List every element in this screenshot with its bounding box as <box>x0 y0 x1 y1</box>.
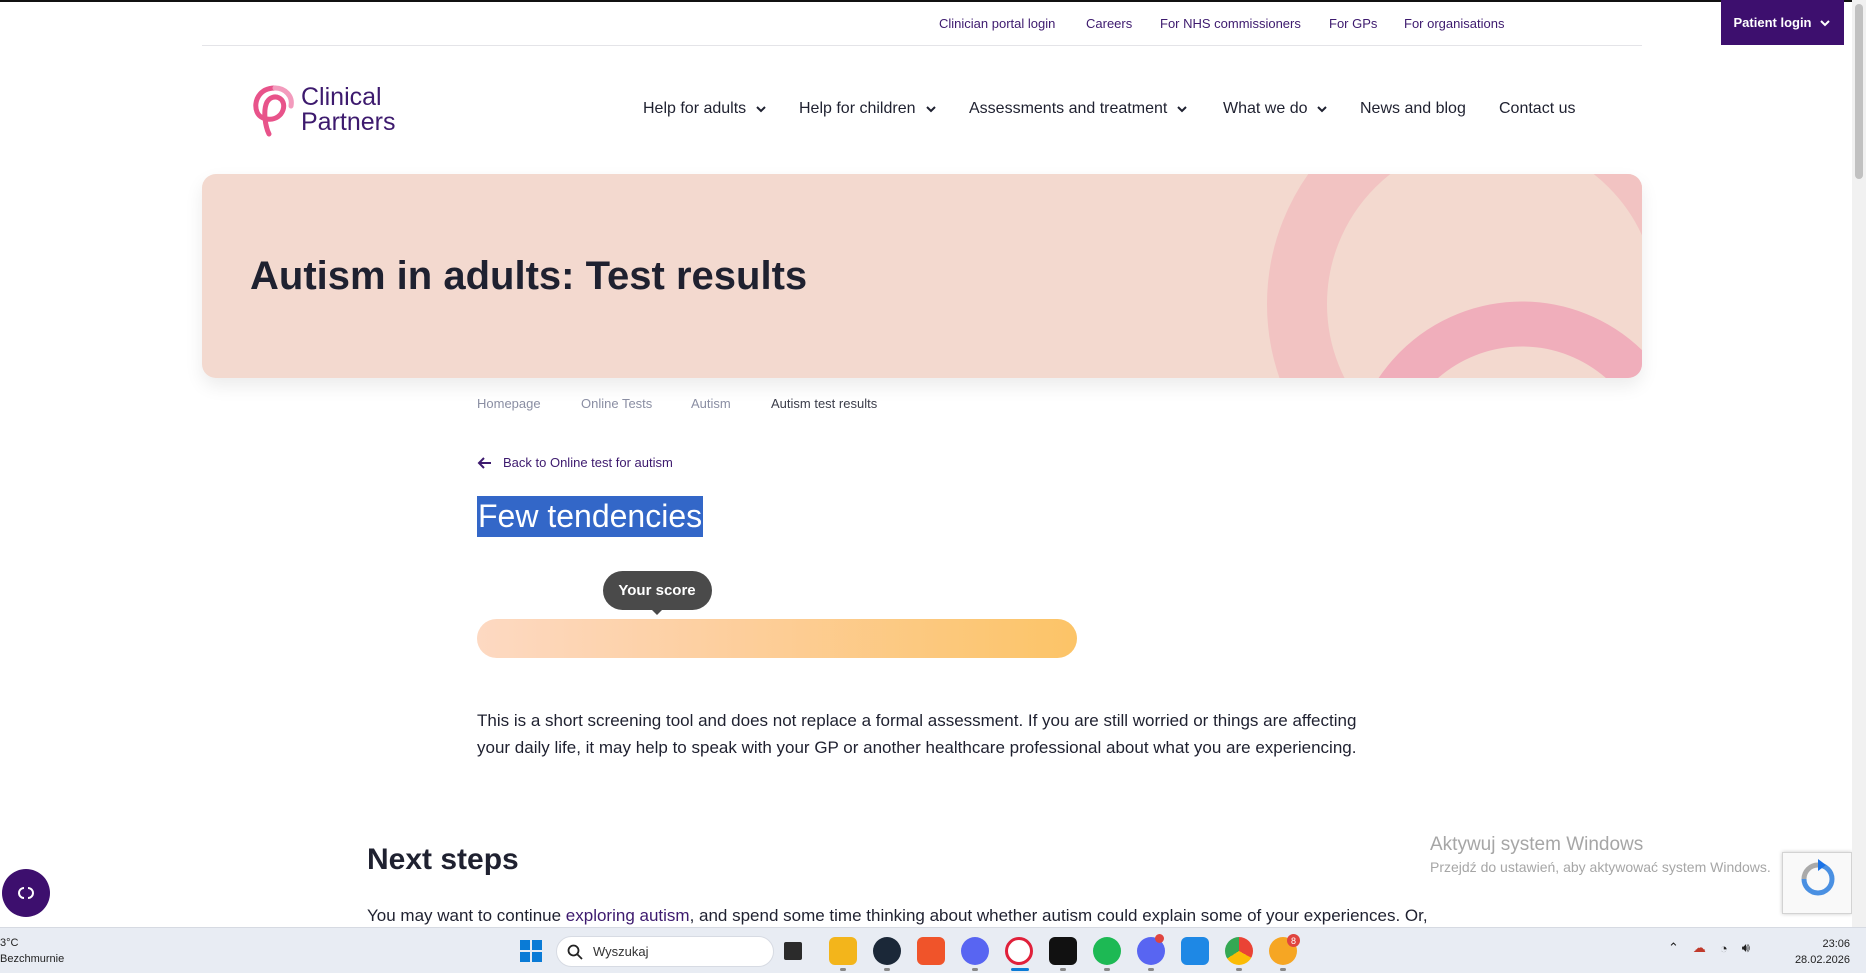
brave-browser-icon[interactable] <box>917 937 945 965</box>
running-indicator <box>840 968 846 971</box>
breadcrumb-homepage[interactable]: Homepage <box>477 396 541 411</box>
next-steps-heading: Next steps <box>367 843 519 876</box>
weather-text: Bezchmurnie <box>0 953 65 965</box>
recaptcha-icon <box>1801 859 1835 896</box>
task-view-icon[interactable] <box>784 942 802 960</box>
breadcrumb-online-tests[interactable]: Online Tests <box>581 396 652 411</box>
nav-what-we-do[interactable]: What we do <box>1223 100 1329 118</box>
windows-start-icon[interactable] <box>519 939 543 963</box>
nav-label: Help for adults <box>643 100 747 117</box>
weather-temp: 3°C <box>0 937 19 949</box>
spotify-icon[interactable] <box>1093 937 1121 965</box>
running-indicator <box>1236 968 1242 971</box>
windows-activation-watermark: Aktywuj system Windows Przejdź do ustawi… <box>1430 834 1771 875</box>
weather-widget[interactable]: 3°C Bezchmurnie <box>0 935 64 967</box>
chevron-down-icon <box>1317 106 1328 113</box>
volume-icon[interactable]: 🔊︎ <box>1742 940 1750 956</box>
taskbar-clock[interactable]: 23:06 28.02.2026 <box>1790 936 1850 968</box>
active-indicator <box>1011 968 1029 971</box>
running-indicator <box>1060 968 1066 971</box>
chevron-down-icon <box>925 106 936 113</box>
search-placeholder: Wyszukaj <box>593 944 649 959</box>
careers-link[interactable]: Careers <box>1086 16 1132 31</box>
result-heading: Few tendencies <box>477 496 704 537</box>
breadcrumb-autism[interactable]: Autism <box>691 396 731 411</box>
nav-help-for-children[interactable]: Help for children <box>799 100 938 118</box>
hero-banner: Autism in adults: Test results <box>202 174 1642 378</box>
logo-wordmark: Clinical Partners <box>301 85 395 135</box>
patient-login-button[interactable]: Patient login <box>1721 0 1844 45</box>
capcut-icon[interactable] <box>1049 937 1077 965</box>
running-indicator <box>972 968 978 971</box>
notification-badge: 8 <box>1287 934 1300 947</box>
nav-label: Help for children <box>799 100 916 117</box>
utility-nav: Clinician portal login Careers For NHS c… <box>202 0 1844 46</box>
back-link-label: Back to Online test for autism <box>503 455 673 470</box>
nav-label: What we do <box>1223 100 1308 117</box>
for-gps-link[interactable]: For GPs <box>1329 16 1377 31</box>
vscode-icon[interactable] <box>1181 937 1209 965</box>
running-indicator <box>1280 968 1286 971</box>
breadcrumb-current: Autism test results <box>771 396 878 411</box>
logo-line-1: Clinical <box>301 83 382 111</box>
nav-news-and-blog[interactable]: News and blog <box>1360 100 1466 118</box>
activation-subtitle: Przejdź do ustawień, aby aktywować syste… <box>1430 859 1771 875</box>
cloud-sync-icon[interactable]: ☁ <box>1693 940 1706 956</box>
score-tooltip-arrow <box>650 608 664 615</box>
page-title: Autism in adults: Test results <box>250 254 808 298</box>
activation-title: Aktywuj system Windows <box>1430 834 1644 855</box>
opera-browser-icon[interactable] <box>1005 937 1033 965</box>
wifi-icon[interactable]: ◔ <box>1720 941 1728 956</box>
windows-taskbar: 3°C Bezchmurnie Wyszukaj 8 ⌃ ☁ ◔ 🔊︎ 23:0… <box>0 927 1866 973</box>
chat-widget-button[interactable] <box>2 869 50 917</box>
nav-contact-us[interactable]: Contact us <box>1499 100 1575 118</box>
nav-help-for-adults[interactable]: Help for adults <box>643 100 768 118</box>
back-link[interactable]: Back to Online test for autism <box>477 455 673 470</box>
system-tray: ⌃ ☁ ◔ 🔊︎ <box>1668 940 1750 956</box>
logo-mark-icon <box>253 85 294 137</box>
score-bar <box>477 619 1077 658</box>
chat-logo-icon <box>18 887 34 899</box>
for-organisations-link[interactable]: For organisations <box>1404 16 1504 31</box>
nav-label: Contact us <box>1499 100 1576 117</box>
patient-login-label: Patient login <box>1733 15 1812 30</box>
next-steps-text-after: , and spend some time thinking about whe… <box>689 906 1428 925</box>
exploring-autism-link[interactable]: exploring autism <box>566 906 690 925</box>
running-indicator <box>1148 968 1154 971</box>
chrome-icon[interactable] <box>1225 937 1253 965</box>
running-indicator <box>1104 968 1110 971</box>
chevron-down-icon <box>756 106 766 113</box>
clinical-partners-logo[interactable]: Clinical Partners <box>249 80 409 140</box>
steam-icon[interactable] <box>873 937 901 965</box>
clinician-portal-login-link[interactable]: Clinician portal login <box>939 16 1055 31</box>
next-steps-text: You may want to continue exploring autis… <box>367 906 1428 926</box>
browser-viewport: Clinician portal login Careers For NHS c… <box>0 0 1866 927</box>
chevron-down-icon <box>1177 106 1188 113</box>
arrow-left-icon <box>477 456 491 469</box>
scrollbar-thumb[interactable] <box>1855 4 1863 179</box>
logo-line-2: Partners <box>301 108 396 136</box>
score-tooltip: Your score <box>602 571 712 610</box>
chevron-up-icon[interactable]: ⌃ <box>1668 940 1679 956</box>
taskbar-search[interactable]: Wyszukaj <box>556 936 774 967</box>
next-steps-text-before: You may want to continue <box>367 906 566 925</box>
recaptcha-badge[interactable] <box>1782 852 1852 914</box>
nav-label: Assessments and treatment <box>969 100 1168 117</box>
running-indicator <box>884 968 890 971</box>
clock-date: 28.02.2026 <box>1794 954 1850 966</box>
chevron-down-icon <box>1819 19 1830 26</box>
search-icon <box>567 944 583 960</box>
clock-time: 23:06 <box>1822 938 1850 950</box>
nhs-commissioners-link[interactable]: For NHS commissioners <box>1160 16 1301 31</box>
disclaimer-text: This is a short screening tool and does … <box>477 711 1357 757</box>
notification-badge <box>1155 934 1164 943</box>
nav-assessments-and-treatment[interactable]: Assessments and treatment <box>969 100 1189 118</box>
nav-label: News and blog <box>1360 100 1466 117</box>
page-scrollbar[interactable] <box>1852 0 1866 927</box>
discord-icon[interactable] <box>961 937 989 965</box>
file-explorer-icon[interactable] <box>829 937 857 965</box>
